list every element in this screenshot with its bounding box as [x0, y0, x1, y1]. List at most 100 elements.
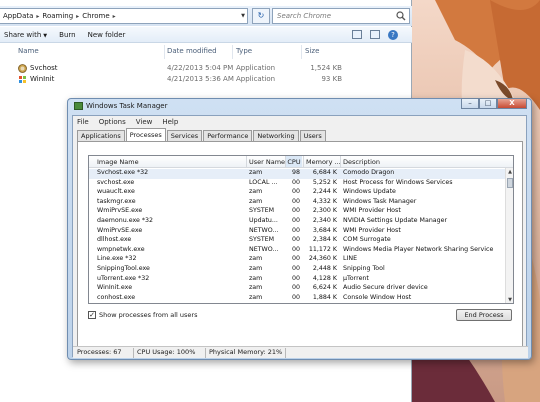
minimize-button[interactable]: – — [461, 98, 479, 109]
process-cpu: 00 — [292, 293, 301, 301]
breadcrumb-appdata[interactable]: AppData — [3, 12, 33, 20]
breadcrumb-chrome[interactable]: Chrome — [82, 12, 109, 20]
breadcrumb-separator-icon[interactable]: ▸ — [76, 13, 79, 20]
chevron-down-icon: ▼ — [43, 32, 48, 39]
menu-help[interactable]: Help — [162, 118, 178, 126]
column-date-modified[interactable]: Date modified — [167, 47, 217, 55]
breadcrumb-separator-icon[interactable]: ▸ — [113, 13, 116, 20]
new-folder-button[interactable]: New folder — [88, 31, 126, 39]
preview-pane-icon[interactable] — [370, 30, 380, 39]
process-row[interactable]: Svchost.exe *32 zam 98 6,684 K Comodo Dragon — [89, 169, 507, 179]
tab-performance[interactable]: Performance — [203, 130, 253, 141]
process-row[interactable]: uTorrent.exe *32 zam 00 4,128 K µTorrent — [89, 275, 507, 285]
column-type[interactable]: Type — [236, 47, 252, 55]
process-cpu: 00 — [292, 207, 301, 215]
process-cpu: 00 — [292, 236, 301, 244]
process-user-name: zam — [249, 284, 263, 292]
change-view-icon[interactable] — [352, 30, 362, 39]
process-image-name: Svchost.exe *32 — [97, 169, 149, 176]
process-row[interactable]: WmiPrvSE.exe NETWO... 00 3,684 K WMI Provide… — [89, 227, 507, 237]
menu-view[interactable]: View — [136, 118, 153, 126]
process-cpu: 00 — [292, 197, 301, 205]
tab-users[interactable]: Users — [299, 130, 326, 141]
tab-services[interactable]: Services — [166, 130, 203, 141]
process-row[interactable]: dllhost.exe SYSTEM 00 2,384 K COM Surrogate — [89, 236, 507, 246]
process-description: µTorrent — [343, 274, 369, 282]
process-list[interactable]: Image Name User Name CPU Memory ... Desc… — [88, 155, 514, 304]
file-type: Application — [236, 64, 276, 72]
end-process-button[interactable]: End Process — [456, 309, 512, 321]
refresh-button[interactable]: ↻ — [252, 8, 270, 24]
file-name: Svchost — [30, 64, 58, 72]
search-input[interactable]: Search Chrome — [272, 8, 410, 24]
process-memory: 3,684 K — [312, 226, 337, 234]
process-user-name: SYSTEM — [249, 236, 275, 244]
process-memory: 2,244 K — [312, 188, 337, 196]
vertical-scrollbar[interactable]: ▲ ▼ — [505, 168, 513, 303]
process-memory: 6,684 K — [312, 169, 337, 176]
process-description: Audio Secure driver device — [343, 284, 428, 292]
close-button[interactable]: X — [497, 98, 527, 109]
process-image-name: Line.exe *32 — [97, 255, 137, 263]
column-size[interactable]: Size — [305, 47, 319, 55]
process-image-name: taskmgr.exe — [97, 197, 136, 205]
breadcrumb-roaming[interactable]: Roaming — [42, 12, 73, 20]
tab-processes[interactable]: Processes — [125, 128, 166, 141]
scroll-down-icon[interactable]: ▼ — [506, 296, 513, 303]
process-memory: 2,340 K — [312, 217, 337, 224]
column-user-name[interactable]: User Name — [249, 158, 285, 166]
search-placeholder: Search Chrome — [277, 12, 332, 20]
maximize-button[interactable]: □ — [479, 98, 497, 109]
column-cpu[interactable]: CPU — [286, 156, 302, 167]
column-divider[interactable] — [340, 156, 341, 168]
column-divider[interactable] — [232, 45, 233, 59]
column-divider[interactable] — [246, 156, 247, 168]
tab-networking[interactable]: Networking — [253, 130, 299, 141]
show-all-processes-option[interactable]: ✓ Show processes from all users — [88, 311, 197, 319]
file-list-header: Name Date modified Type Size — [0, 45, 412, 59]
help-icon[interactable]: ? — [388, 30, 398, 40]
process-image-name: conhost.exe — [97, 293, 136, 301]
process-memory: 4,332 K — [312, 197, 337, 205]
refresh-icon: ↻ — [257, 11, 265, 20]
process-row[interactable]: Line.exe *32 zam 00 24,360 K LINE — [89, 255, 507, 265]
process-cpu: 98 — [292, 169, 301, 176]
menu-options[interactable]: Options — [99, 118, 126, 126]
window-title-text: Windows Task Manager — [86, 102, 168, 110]
tab-applications[interactable]: Applications — [77, 130, 125, 141]
process-row[interactable]: SnippingTool.exe zam 00 2,448 K Snipping Too… — [89, 265, 507, 275]
status-divider — [285, 348, 286, 358]
column-memory[interactable]: Memory ... — [306, 158, 341, 166]
process-row[interactable]: wmpnetwk.exe NETWO... 00 11,172 K Windows Me… — [89, 246, 507, 256]
address-bar[interactable]: AppData ▸ Roaming ▸ Chrome ▸ ▼ — [0, 8, 248, 24]
column-divider[interactable] — [303, 156, 304, 168]
tab-strip: Applications Processes Services Performa… — [77, 128, 327, 141]
menu-file[interactable]: File — [77, 118, 89, 126]
column-divider[interactable] — [164, 45, 165, 59]
column-name[interactable]: Name — [18, 47, 39, 55]
file-row[interactable]: WinInit 4/21/2013 5:36 AM Application 93… — [0, 74, 412, 85]
breadcrumb-separator-icon[interactable]: ▸ — [36, 13, 39, 20]
address-dropdown-icon[interactable]: ▼ — [241, 13, 245, 19]
scrollbar-thumb[interactable] — [507, 178, 513, 188]
column-divider[interactable] — [301, 45, 302, 59]
process-row[interactable]: taskmgr.exe zam 00 4,332 K Windows Task Mana… — [89, 198, 507, 208]
process-row[interactable]: svchost.exe LOCAL ... 00 5,252 K Host Proces… — [89, 179, 507, 189]
column-description[interactable]: Description — [343, 158, 380, 166]
process-user-name: zam — [249, 169, 263, 176]
process-cpu: 00 — [292, 255, 301, 263]
process-description: NVIDIA Settings Update Manager — [343, 217, 448, 224]
show-all-checkbox[interactable]: ✓ — [88, 311, 96, 319]
process-row[interactable]: daemonu.exe *32 Updatu... 00 2,340 K NVIDIA … — [89, 217, 507, 227]
process-row[interactable]: WinInit.exe zam 00 6,624 K Audio Secure driv… — [89, 284, 507, 294]
process-image-name: uTorrent.exe *32 — [97, 274, 150, 282]
process-description: Windows Update — [343, 188, 396, 196]
process-row[interactable]: conhost.exe zam 00 1,884 K Console Window Ho… — [89, 293, 507, 303]
burn-button[interactable]: Burn — [59, 31, 75, 39]
process-row[interactable]: WmiPrvSE.exe SYSTEM 00 2,300 K WMI Provider … — [89, 207, 507, 217]
column-image-name[interactable]: Image Name — [97, 158, 139, 166]
share-with-button[interactable]: Share with ▼ — [4, 31, 47, 39]
file-row[interactable]: Svchost 4/22/2013 5:04 PM Application 1,… — [0, 63, 412, 74]
process-row[interactable]: wuauclt.exe zam 00 2,244 K Windows Update — [89, 188, 507, 198]
scroll-up-icon[interactable]: ▲ — [506, 168, 513, 176]
